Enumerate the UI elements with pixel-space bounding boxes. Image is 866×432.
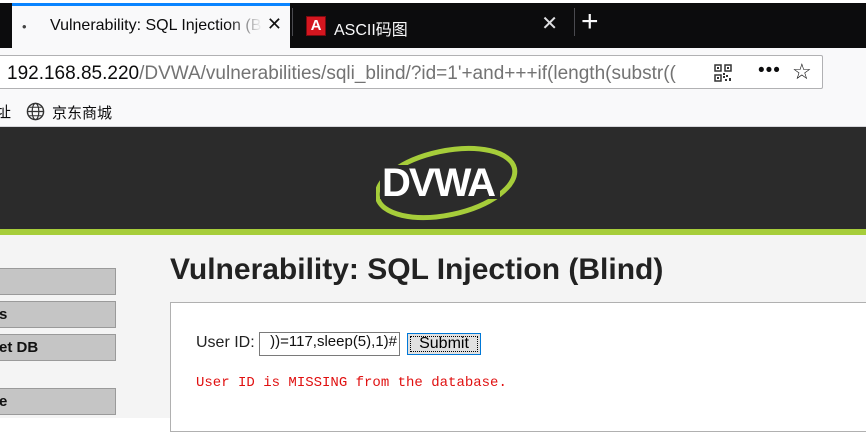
submit-button[interactable]: Submit xyxy=(407,333,481,355)
new-tab-button[interactable]: + xyxy=(581,6,599,38)
tab-ascii[interactable]: A ASCII码图 ✕ xyxy=(296,3,572,48)
tab-sqli-blind[interactable]: • Vulnerability: SQL Injection (B ✕ xyxy=(12,3,290,48)
sidebar-item-2[interactable]: s xyxy=(0,301,116,328)
page-title: Vulnerability: SQL Injection (Blind) xyxy=(170,253,664,286)
bookmark-star-icon[interactable]: ☆ xyxy=(792,59,812,85)
sidebar-item-label: s xyxy=(0,306,8,323)
dvwa-header: DVWA xyxy=(0,127,866,229)
nav-bar: 192.168.85.220/DVWA/vulnerabilities/sqli… xyxy=(0,48,866,98)
sidebar-item-4[interactable]: e xyxy=(0,388,116,415)
bookmark-partial[interactable]: 址 xyxy=(0,101,11,122)
nav-bar-right-edge xyxy=(840,48,866,98)
tab-separator xyxy=(574,8,575,36)
sidebar-item-label: et DB xyxy=(0,339,39,356)
user-id-input[interactable]: ))=117,sleep(5),1)# xyxy=(259,332,400,356)
submit-focus-ring xyxy=(410,336,478,352)
url-host: 192.168.85.220 xyxy=(7,63,140,84)
bookmarks-bar: 址 京东商城 xyxy=(0,98,866,127)
url-bar[interactable]: 192.168.85.220/DVWA/vulnerabilities/sqli… xyxy=(0,55,823,89)
globe-icon xyxy=(26,102,45,121)
user-id-label: User ID: xyxy=(196,334,255,351)
tab-separator xyxy=(292,8,293,36)
sidebar-item-3[interactable]: et DB xyxy=(0,334,116,361)
tab-favicon-icon: A xyxy=(306,16,326,36)
svg-text:DVWA: DVWA xyxy=(382,161,495,205)
sidebar-item-label: e xyxy=(0,393,8,410)
url-path: /DVWA/vulnerabilities/sqli_blind/?id=1'+… xyxy=(139,63,676,84)
more-options-icon[interactable]: ••• xyxy=(758,60,781,82)
tab-title-fade xyxy=(228,8,262,46)
dvwa-logo: DVWA xyxy=(376,145,518,221)
sidebar-item-1[interactable] xyxy=(0,268,116,295)
url-text[interactable]: 192.168.85.220/DVWA/vulnerabilities/sqli… xyxy=(7,63,676,85)
close-icon[interactable]: ✕ xyxy=(267,14,282,35)
error-message: User ID is MISSING from the database. xyxy=(196,375,507,391)
tab-title: ASCII码图 xyxy=(334,22,408,39)
tab-strip: • Vulnerability: SQL Injection (B ✕ A AS… xyxy=(0,0,866,48)
tab-dot-icon: • xyxy=(22,19,27,34)
vulnerable-code-area xyxy=(170,302,866,432)
close-icon[interactable]: ✕ xyxy=(541,11,558,36)
bookmark-jd[interactable]: 京东商城 xyxy=(52,102,112,123)
qr-code-icon[interactable] xyxy=(714,64,732,82)
